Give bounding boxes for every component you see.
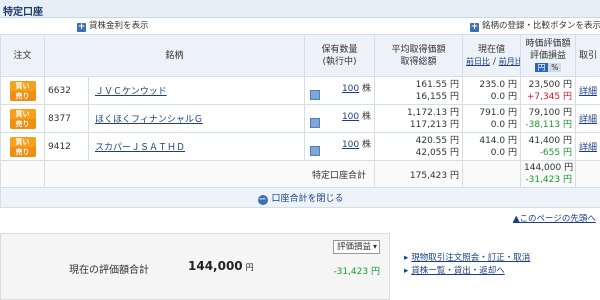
profit-loss: -38,113: [525, 119, 561, 130]
summary-select[interactable]: 評価損益 ▾: [333, 240, 380, 254]
show-registration-option[interactable]: + 銘柄の登録・比較ボタンを表示: [470, 20, 600, 32]
header-brand: 銘柄: [43, 34, 306, 77]
average-price: 161.55: [415, 79, 448, 90]
stock-name-link[interactable]: ＪＶＣケンウッド: [95, 87, 167, 97]
link-order-inquiry[interactable]: ▸ 現物取引注文照会・訂正・取消: [404, 252, 530, 265]
calendar-icon[interactable]: [310, 118, 321, 128]
tab-yen[interactable]: 円: [534, 62, 549, 72]
buy-sell-button[interactable]: 買い 売り: [9, 108, 36, 129]
market-value: 41,400: [528, 135, 561, 146]
detail-link[interactable]: 詳細: [579, 143, 597, 153]
quantity-link[interactable]: 100: [342, 112, 359, 122]
detail-link[interactable]: 詳細: [579, 115, 597, 125]
total-cost-sum: 175,423: [409, 170, 448, 181]
minus-circle-icon: −: [257, 193, 268, 205]
stock-code: 9412: [44, 132, 89, 161]
profit-loss: -655: [539, 147, 561, 158]
header-quantity: 保有数量 (執行中): [304, 34, 376, 77]
current-price: 791.0: [479, 107, 506, 118]
quantity-link[interactable]: 100: [342, 140, 359, 150]
header-trade: 取引: [575, 34, 600, 77]
buy-sell-button[interactable]: 買い 売り: [9, 136, 36, 157]
link-lending-list[interactable]: ▸ 貸株一覧・貸出・返却へ: [404, 265, 530, 278]
profit-loss: +7,345: [526, 91, 561, 102]
plus-icon: +: [77, 22, 86, 32]
related-links: ▸ 現物取引注文照会・訂正・取消 ▸ 貸株一覧・貸出・返却へ: [404, 252, 530, 278]
header-market-value: 時価評価額 評価損益 円%: [520, 34, 577, 77]
current-price: 235.0: [479, 79, 506, 90]
market-value: 23,500: [528, 79, 561, 90]
chevron-down-icon: ▾: [372, 242, 377, 251]
sort-prev-month-link[interactable]: 前月比: [499, 57, 520, 66]
show-registration-label: 銘柄の登録・比較ボタンを表示: [482, 21, 600, 31]
price-change: 0.0: [490, 91, 506, 102]
calendar-icon[interactable]: [310, 90, 321, 100]
show-interest-label: 貸株金利を表示: [89, 21, 149, 31]
average-price: 1,172.13: [407, 107, 448, 118]
table-row: 買い 売り 8377 ほくほくフィナンシャルＧ 100 株 1,172.13 円1…: [0, 104, 600, 133]
summary-profit-loss: -31,423 円: [333, 267, 380, 277]
stock-code: 8377: [44, 104, 89, 133]
price-change: 0.0: [490, 119, 506, 130]
quantity-link[interactable]: 100: [342, 84, 359, 94]
holdings-table: 注文 銘柄 保有数量 (執行中) 平均取得価額 取得総額 現在値 前日比 / 前…: [0, 34, 600, 208]
calendar-icon[interactable]: [310, 146, 321, 156]
table-row: 買い 売り 6632 ＪＶＣケンウッド 100 株 161.55 円 16,155 …: [0, 76, 600, 105]
stock-code: 6632: [44, 76, 89, 105]
stock-name-link[interactable]: ほくほくフィナンシャルＧ: [95, 115, 203, 125]
close-total-link[interactable]: − 口座合計を閉じる: [257, 193, 344, 205]
summary-panel: 現在の評価額合計 144,000 円 評価損益 ▾ -31,423 円: [0, 233, 390, 300]
page-title: 特定口座: [3, 7, 43, 18]
total-cost: 117,213: [409, 119, 448, 130]
detail-link[interactable]: 詳細: [579, 87, 597, 97]
market-value: 79,100: [528, 107, 561, 118]
price-change: 0.0: [490, 147, 506, 158]
tab-percent[interactable]: %: [548, 62, 562, 72]
table-row: 買い 売り 9412 スカパーＪＳＡＴＨＤ 100 株 420.55 円 42,05…: [0, 132, 600, 161]
show-interest-option[interactable]: + 貸株金利を表示: [77, 20, 149, 32]
total-label: 特定口座合計: [312, 170, 367, 181]
title-bar: 特定口座: [0, 0, 600, 18]
profit-loss-sum: -31,423: [525, 175, 561, 185]
header-order: 注文: [0, 34, 45, 77]
average-price: 420.55: [415, 135, 448, 146]
header-current-price: 現在値 前日比 / 前月比: [462, 34, 522, 77]
total-cost: 42,055: [415, 147, 448, 158]
summary-value: 144,000 円: [188, 259, 254, 273]
market-value-sum: 144,000: [524, 163, 562, 173]
buy-sell-button[interactable]: 買い 売り: [9, 80, 36, 101]
total-row: 特定口座合計 175,423 円 144,000 円 -31,423 円: [0, 160, 600, 188]
current-price: 414.0: [479, 135, 506, 146]
summary-label: 現在の評価額合計: [69, 265, 149, 276]
stock-name-link[interactable]: スカパーＪＳＡＴＨＤ: [95, 143, 185, 153]
plus-icon: +: [470, 22, 479, 32]
page-top-link[interactable]: ▲このページの先頭へ: [513, 212, 596, 224]
sort-prev-day-link[interactable]: 前日比: [466, 57, 490, 66]
total-cost: 16,155: [415, 91, 448, 102]
header-average-price: 平均取得価額 取得総額: [374, 34, 464, 77]
close-total-row: − 口座合計を閉じる: [0, 187, 600, 208]
